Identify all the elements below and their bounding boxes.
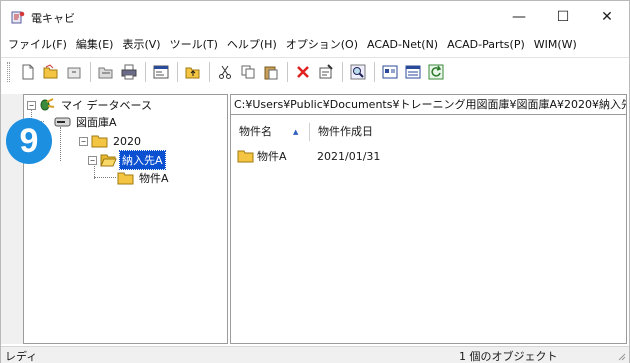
- menu-tools[interactable]: ツール(T): [167, 35, 221, 55]
- details-icon[interactable]: [403, 62, 423, 82]
- large-icons-icon[interactable]: [380, 62, 400, 82]
- status-text: レディ: [5, 350, 38, 363]
- print-icon[interactable]: [119, 62, 139, 82]
- path-display: C:¥Users¥Public¥Documents¥トレーニング用図面庫¥図面庫…: [231, 95, 626, 115]
- open-folder-icon[interactable]: [41, 62, 61, 82]
- up-folder-icon[interactable]: [183, 62, 203, 82]
- tree-item-root[interactable]: − マイ データベース: [27, 96, 154, 114]
- step-number-badge: 9: [6, 118, 52, 164]
- item-name: 物件A: [257, 150, 287, 163]
- column-header-name[interactable]: 物件名 ▲: [231, 123, 309, 141]
- menu-file[interactable]: ファイル(F): [5, 35, 70, 55]
- folder-tree[interactable]: − マイ データベース 図面庫A − 2020 − 納入先A 物件A: [23, 94, 228, 344]
- maximize-button[interactable]: ☐: [541, 1, 585, 33]
- contents-pane[interactable]: C:¥Users¥Public¥Documents¥トレーニング用図面庫¥図面庫…: [230, 94, 627, 344]
- database-icon: [39, 98, 56, 112]
- column-label: 物件作成日: [318, 125, 373, 138]
- toolbar-separator: [287, 61, 288, 82]
- window-title: 電キャビ: [31, 12, 75, 25]
- minimize-button[interactable]: —: [497, 1, 541, 33]
- refresh-icon[interactable]: [426, 62, 446, 82]
- menu-bar: ファイル(F) 編集(E) 表示(V) ツール(T) ヘルプ(H) オプション(…: [1, 35, 629, 55]
- delete-icon[interactable]: [293, 62, 313, 82]
- properties-icon[interactable]: [151, 62, 171, 82]
- folder-icon: [117, 171, 134, 185]
- menu-acad-parts[interactable]: ACAD-Parts(P): [444, 35, 528, 55]
- paste-icon[interactable]: [261, 62, 281, 82]
- collapse-toggle[interactable]: −: [79, 136, 88, 146]
- item-date: 2021/01/31: [317, 149, 381, 163]
- tree-label: 図面庫A: [76, 116, 117, 129]
- cut-icon[interactable]: [215, 62, 235, 82]
- toolbar-separator: [342, 61, 343, 82]
- list-item[interactable]: 物件A 2021/01/31: [231, 147, 626, 165]
- attributes-icon[interactable]: [316, 62, 336, 82]
- toolbar-separator: [177, 61, 178, 82]
- search-icon[interactable]: [348, 62, 368, 82]
- tree-item-selected[interactable]: − 納入先A: [88, 150, 166, 170]
- menu-options[interactable]: オプション(O): [283, 35, 361, 55]
- tree-label: 2020: [113, 134, 141, 148]
- close-button[interactable]: ✕: [585, 1, 629, 33]
- tree-label: 物件A: [139, 172, 169, 185]
- resize-grip-icon[interactable]: [616, 351, 626, 361]
- list-header: 物件名 ▲ 物件作成日: [231, 123, 626, 141]
- toolbar-separator: [209, 61, 210, 82]
- browse-folder-icon[interactable]: [96, 62, 116, 82]
- tree-item-child[interactable]: 物件A: [117, 169, 171, 187]
- object-count: 1 個のオブジェクト: [459, 350, 558, 363]
- app-window: 電キャビ — ☐ ✕ ファイル(F) 編集(E) 表示(V) ツール(T) ヘル…: [0, 0, 630, 363]
- tree-label: マイ データベース: [61, 99, 152, 112]
- tree-connector: [94, 177, 116, 178]
- app-logo-icon: [11, 10, 25, 24]
- title-bar: 電キャビ — ☐ ✕: [1, 1, 629, 33]
- tree-label: 納入先A: [119, 150, 166, 170]
- menu-view[interactable]: 表示(V): [119, 35, 163, 55]
- menu-help[interactable]: ヘルプ(H): [224, 35, 280, 55]
- toolbar: [1, 57, 629, 85]
- cell-name: 物件A: [231, 148, 309, 164]
- tree-item-year[interactable]: − 2020: [79, 132, 143, 150]
- collapse-toggle[interactable]: −: [88, 155, 97, 165]
- tree-connector: [60, 127, 61, 161]
- folder-icon: [237, 149, 254, 163]
- drive-icon: [54, 115, 71, 129]
- tree-item-library[interactable]: 図面庫A: [54, 113, 119, 131]
- status-bar: レディ 1 個のオブジェクト: [1, 346, 629, 363]
- drawer-icon[interactable]: [64, 62, 84, 82]
- column-header-date[interactable]: 物件作成日: [309, 123, 409, 141]
- menu-edit[interactable]: 編集(E): [73, 35, 117, 55]
- folder-icon: [91, 134, 108, 148]
- column-label: 物件名: [239, 125, 272, 138]
- sort-ascending-icon: ▲: [293, 128, 299, 136]
- copy-icon[interactable]: [238, 62, 258, 82]
- new-document-icon[interactable]: [18, 62, 38, 82]
- toolbar-grip[interactable]: [7, 61, 10, 82]
- open-folder-icon: [100, 153, 117, 167]
- toolbar-separator: [90, 61, 91, 82]
- toolbar-separator: [145, 61, 146, 82]
- toolbar-separator: [374, 61, 375, 82]
- menu-wim[interactable]: WIM(W): [531, 35, 580, 55]
- menu-acad-net[interactable]: ACAD-Net(N): [364, 35, 441, 55]
- collapse-toggle[interactable]: −: [27, 100, 36, 110]
